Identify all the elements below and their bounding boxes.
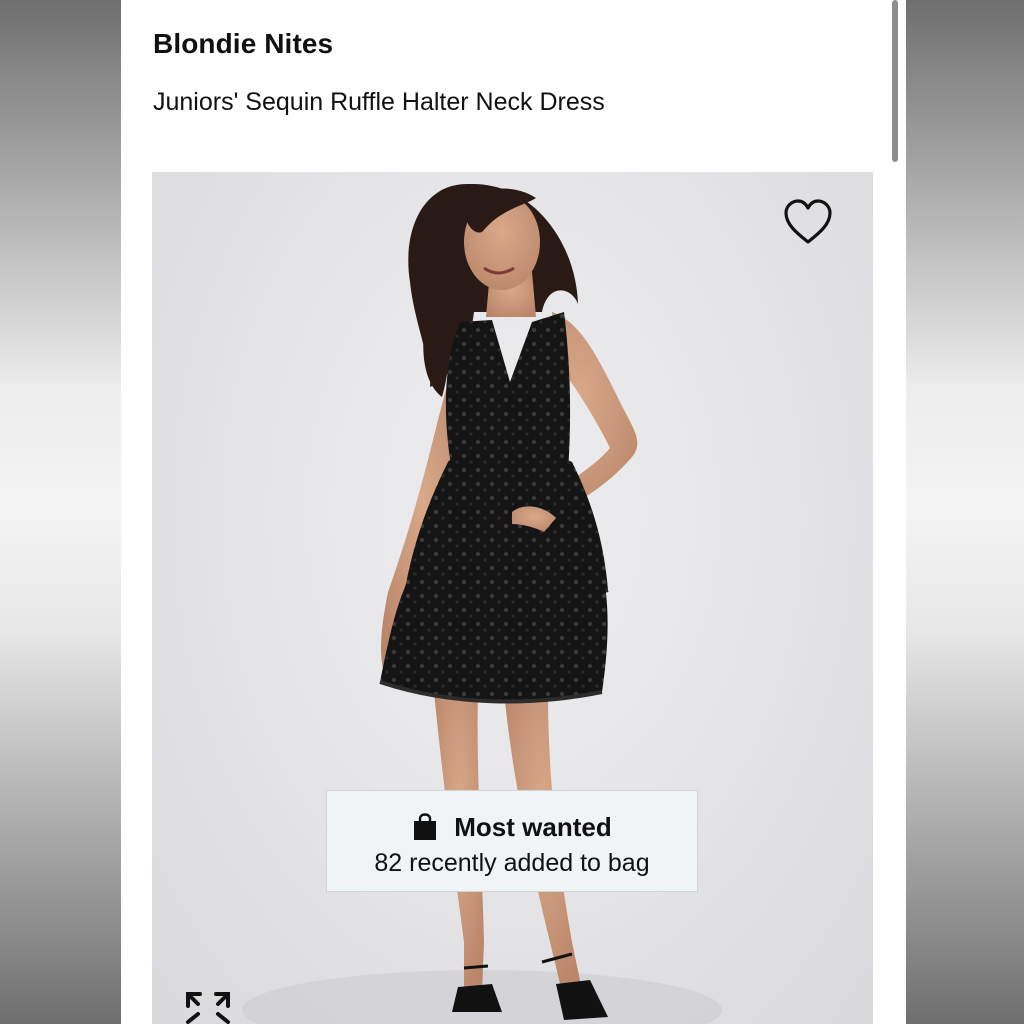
product-image [242, 183, 722, 1024]
product-image-gallery[interactable]: Most wanted 82 recently added to bag [152, 172, 873, 1024]
product-title: Juniors' Sequin Ruffle Halter Neck Dress [153, 88, 605, 116]
favorite-button[interactable] [782, 198, 834, 246]
right-backdrop [906, 0, 1024, 1024]
heart-outline-icon [784, 199, 832, 244]
expand-image-button[interactable] [182, 988, 234, 1024]
brand-name[interactable]: Blondie Nites [153, 28, 333, 60]
scrollbar-thumb[interactable] [892, 0, 898, 162]
badge-header: Most wanted [327, 811, 697, 843]
most-wanted-badge: Most wanted 82 recently added to bag [326, 790, 698, 892]
left-backdrop [0, 0, 121, 1024]
product-sheet: Blondie Nites Juniors' Sequin Ruffle Hal… [121, 0, 906, 1024]
badge-subtitle: 82 recently added to bag [374, 849, 650, 877]
expand-arrows-icon [186, 992, 230, 1024]
badge-title: Most wanted [454, 811, 612, 842]
shopping-bag-icon [414, 813, 437, 840]
